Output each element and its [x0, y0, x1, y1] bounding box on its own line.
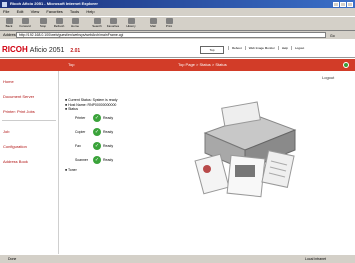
menu-help[interactable]: Help	[86, 9, 94, 14]
section-label: Top	[68, 62, 75, 67]
tray-name: Fax	[75, 144, 81, 148]
mail-button[interactable]: Mail	[146, 18, 160, 31]
menu-favorites[interactable]: Favorites	[46, 9, 62, 14]
minimize-button[interactable]	[333, 1, 339, 7]
menu-tools[interactable]: Tools	[70, 9, 79, 14]
history-button[interactable]: History	[124, 18, 138, 31]
version: 2.01	[70, 48, 81, 54]
address-bar: Address http://192.168.0.100/web/guest/e…	[0, 31, 355, 39]
status-ok-icon	[343, 62, 349, 68]
tray-status: Ready	[103, 158, 114, 162]
printer-documents-illustration	[194, 101, 297, 198]
info-current-status: Current Status: System is ready	[65, 98, 117, 103]
header-link-logout[interactable]: Logout	[290, 46, 307, 50]
tray-name: Printer	[75, 116, 86, 120]
maximize-button[interactable]	[340, 1, 346, 7]
window-title: Ricoh Aficio 2051 - Microsoft Internet E…	[10, 1, 98, 6]
info-status-heading: Status	[65, 107, 118, 112]
menu-view[interactable]: View	[31, 9, 40, 14]
home-button[interactable]: Home	[68, 18, 82, 31]
ready-check-icon: ✓	[93, 128, 101, 136]
brand-logo: RICOH Aficio 2051 2.01	[2, 45, 80, 54]
sidebar-item-job[interactable]: Job	[0, 127, 58, 136]
sidebar-item-home[interactable]: Home	[0, 77, 58, 86]
info-toner: Toner	[65, 168, 77, 172]
ready-check-icon: ✓	[93, 156, 101, 164]
title-bar: Ricoh Aficio 2051 - Microsoft Internet E…	[0, 0, 355, 8]
print-button[interactable]: Print	[162, 18, 176, 31]
logout-link[interactable]: Logout	[322, 75, 334, 80]
ready-check-icon: ✓	[93, 142, 101, 150]
top-select[interactable]: Top	[200, 46, 224, 54]
brand-name: RICOH	[2, 45, 28, 54]
address-input[interactable]: http://192.168.0.100/web/guest/en/websys…	[16, 32, 326, 38]
status-info: Current Status: System is ready Host Nam…	[65, 98, 118, 112]
refresh-button[interactable]: Refresh	[52, 18, 66, 31]
header-link-monitor[interactable]: Web Image Monitor	[244, 46, 278, 50]
header-link-reboot[interactable]: Reboot	[228, 46, 245, 50]
tray-name: Scanner	[75, 158, 89, 162]
header-links: Reboot Web Image Monitor Help Logout	[228, 46, 307, 50]
model-name: Aficio 2051	[29, 47, 65, 54]
sidebar-divider	[2, 120, 56, 121]
menu-file[interactable]: File	[3, 9, 9, 14]
section-title: Top Page > Status > Status	[178, 62, 227, 67]
tray-status: Ready	[103, 130, 114, 134]
header-link-help[interactable]: Help	[277, 46, 291, 50]
back-button[interactable]: Back	[2, 18, 16, 31]
toolbar: Back Forward Stop Refresh Home Search Fa…	[0, 16, 355, 31]
tray-name: Copier	[75, 130, 86, 134]
sidebar-item-document-server[interactable]: Document Server	[0, 92, 58, 101]
menu-bar: File Edit View Favorites Tools Help	[0, 8, 355, 16]
close-button[interactable]	[347, 1, 353, 7]
sidebar-item-address-book[interactable]: Address Book	[0, 157, 58, 166]
sidebar: Home Document Server Printer: Print Jobs…	[0, 59, 59, 254]
search-button[interactable]: Search	[90, 18, 104, 31]
go-button[interactable]: Go	[330, 32, 335, 40]
sidebar-item-configuration[interactable]: Configuration	[0, 142, 58, 151]
stop-button[interactable]: Stop	[36, 18, 50, 31]
favorites-button[interactable]: Favorites	[106, 18, 120, 31]
forward-button[interactable]: Forward	[18, 18, 32, 31]
tray-status: Ready	[103, 116, 114, 120]
browser-icon	[2, 1, 7, 7]
menu-edit[interactable]: Edit	[17, 9, 24, 14]
sidebar-header	[0, 59, 58, 71]
section-bar: Top Top Page > Status > Status	[58, 59, 355, 71]
ready-check-icon: ✓	[93, 114, 101, 122]
sidebar-item-print-jobs[interactable]: Printer: Print Jobs	[0, 107, 58, 116]
page-header: RICOH Aficio 2051 2.01 Top Reboot Web Image…	[0, 40, 355, 58]
tray-status: Ready	[103, 144, 114, 148]
